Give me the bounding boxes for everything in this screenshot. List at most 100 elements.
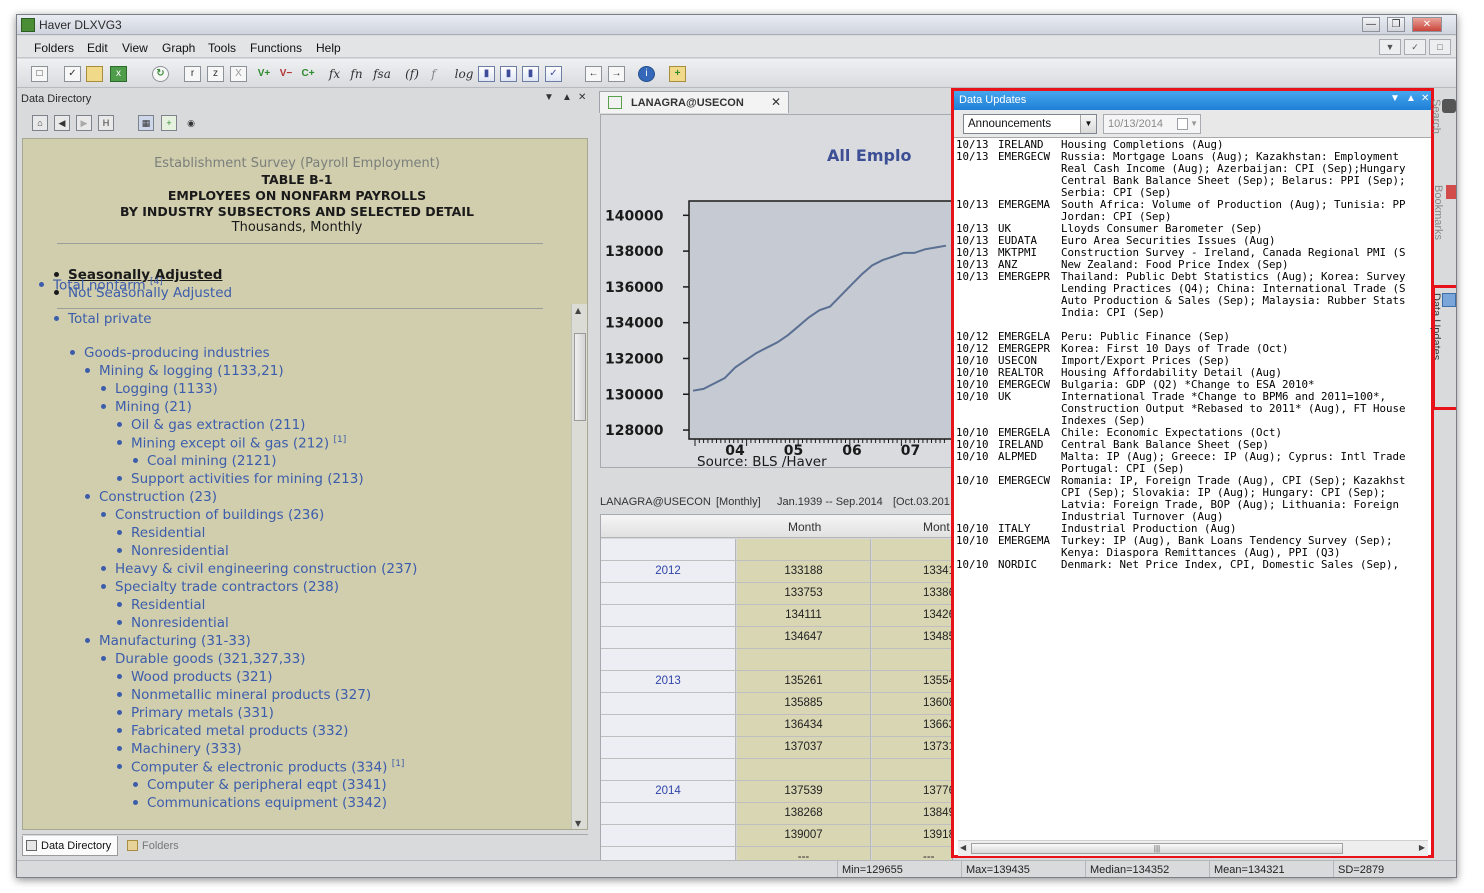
tab-search[interactable]: Search xyxy=(1430,99,1456,134)
chevron-down-icon[interactable]: ▼ xyxy=(1379,39,1401,55)
line-chart-icon[interactable]: ▮ xyxy=(522,66,539,82)
cell-value[interactable]: 138268 xyxy=(737,803,871,824)
add-column-button[interactable]: C+ xyxy=(297,66,319,82)
tree-item[interactable]: Computer & electronic products (334) [1] xyxy=(117,759,404,776)
tree-item[interactable]: Support activities for mining (213) xyxy=(117,471,364,487)
tree-item[interactable]: Mining except oil & gas (212) [1] xyxy=(117,435,346,452)
announcements-dropdown[interactable]: Announcements ▼ xyxy=(963,114,1097,134)
pane-menu-icon[interactable]: ▼ xyxy=(544,92,554,103)
cell-value[interactable]: 135261 xyxy=(737,671,871,692)
footnote-marker[interactable]: [1] xyxy=(392,759,405,769)
fn-button[interactable]: fn xyxy=(348,66,365,82)
tree-item[interactable]: Machinery (333) xyxy=(117,741,242,757)
tree-item[interactable]: Manufacturing (31-33) xyxy=(85,633,251,649)
cell-value-2[interactable]: 13776 xyxy=(872,781,952,802)
close-tab-icon[interactable]: ✕ xyxy=(771,95,781,109)
cell-value-2[interactable]: 13918 xyxy=(872,825,952,846)
table-row[interactable]: 2014 137539 13776 xyxy=(601,781,952,803)
close-pane-icon[interactable]: ✕ xyxy=(578,92,586,103)
home-icon[interactable]: ⌂ xyxy=(32,115,48,131)
menu-tools[interactable]: Tools xyxy=(208,41,236,55)
pane-menu-icon[interactable]: ▼ xyxy=(1390,93,1400,104)
log-button[interactable]: log xyxy=(453,66,475,82)
cell-value-2[interactable]: 13341 xyxy=(872,561,952,582)
cell-value-2[interactable]: 13731 xyxy=(872,737,952,758)
binoculars-icon[interactable]: ◉ xyxy=(183,115,199,131)
cell-value[interactable]: 134111 xyxy=(737,605,871,626)
cell-value-2[interactable]: 13849 xyxy=(872,803,952,824)
table-row[interactable] xyxy=(601,759,952,781)
back-icon[interactable]: ◀ xyxy=(54,115,70,131)
info-icon[interactable]: i xyxy=(638,66,655,82)
scroll-left-icon[interactable]: ◀ xyxy=(960,843,966,852)
tree-item[interactable]: Mining & logging (1133,21) xyxy=(85,363,284,379)
announcements-list[interactable]: 10/13 IRELAND Housing Completions (Aug) 10/… xyxy=(956,139,1431,839)
cell-value[interactable] xyxy=(737,539,871,560)
table-row[interactable] xyxy=(601,649,952,671)
table-row[interactable]: 2012 133188 13341 xyxy=(601,561,952,583)
scrollbar-thumb[interactable]: ||| xyxy=(971,843,1343,854)
tree-item[interactable]: Residential xyxy=(117,525,205,541)
tree-item[interactable]: Construction of buildings (236) xyxy=(101,507,324,523)
table-row[interactable]: 133753 13386 xyxy=(601,583,952,605)
tree-item[interactable]: Nonresidential xyxy=(117,615,229,631)
f-paren-button[interactable]: (f) xyxy=(401,66,423,82)
tree-item[interactable]: Computer & peripheral eqpt (3341) xyxy=(133,777,387,793)
r-button[interactable]: r xyxy=(184,66,201,82)
horizontal-scrollbar[interactable]: ◀ ||| ▶ xyxy=(958,840,1428,856)
cell-value[interactable]: 135885 xyxy=(737,693,871,714)
tree-item[interactable]: Total private xyxy=(54,311,152,327)
cell-value[interactable]: 137037 xyxy=(737,737,871,758)
cell-value-2[interactable]: 13608 xyxy=(872,693,952,714)
refresh-icon[interactable]: ↻ xyxy=(152,66,169,82)
tree-item[interactable]: Nonmetallic mineral products (327) xyxy=(117,687,371,703)
data-grid[interactable]: Month Mont 2012 133188 13341 133753 13386 134… xyxy=(600,514,953,870)
menu-graph[interactable]: Graph xyxy=(162,41,195,55)
tree-item[interactable]: Oil & gas extraction (211) xyxy=(117,417,305,433)
scroll-right-icon[interactable]: ▶ xyxy=(1419,843,1425,852)
cell-value[interactable]: 136434 xyxy=(737,715,871,736)
table-row[interactable]: 2013 135261 13554 xyxy=(601,671,952,693)
menu-functions[interactable]: Functions xyxy=(250,41,302,55)
tree-item[interactable]: Residential xyxy=(117,597,205,613)
window-menu-icon[interactable]: □ xyxy=(1429,39,1451,55)
history-icon[interactable]: H xyxy=(98,115,114,131)
new-folder-icon[interactable]: + xyxy=(669,66,686,82)
tab-bookmarks[interactable]: Bookmarks xyxy=(1432,185,1456,240)
table-row[interactable]: 139007 13918 xyxy=(601,825,952,847)
cell-value-2[interactable] xyxy=(872,649,952,670)
vertical-scrollbar[interactable]: ▲ ▼ xyxy=(571,304,587,829)
cell-value-2[interactable]: 13663 xyxy=(872,715,952,736)
menu-edit[interactable]: Edit xyxy=(87,41,108,55)
date-picker[interactable]: 10/13/2014 ▼ xyxy=(1103,114,1201,134)
cell-value-2[interactable]: 13485 xyxy=(872,627,952,648)
tree-item[interactable]: Total nonfarm [4] xyxy=(39,277,163,294)
cell-value[interactable]: 139007 xyxy=(737,825,871,846)
check-icon[interactable]: ✓ xyxy=(1404,39,1426,55)
table-row[interactable]: 135885 13608 xyxy=(601,693,952,715)
tree-item[interactable]: Coal mining (2121) xyxy=(133,453,277,469)
remove-variable-button[interactable]: V− xyxy=(275,66,297,82)
table-row[interactable]: 136434 13663 xyxy=(601,715,952,737)
cell-value-2[interactable] xyxy=(872,539,952,560)
table-icon[interactable]: ▦ xyxy=(138,115,154,131)
open-chart-icon[interactable]: ✓ xyxy=(64,66,81,82)
menu-help[interactable]: Help xyxy=(316,41,341,55)
tree-item[interactable]: Goods-producing industries xyxy=(70,345,270,361)
new-file-icon[interactable]: □ xyxy=(31,66,48,82)
add-document-icon[interactable]: + xyxy=(161,115,177,131)
fx-button[interactable]: fx xyxy=(326,66,343,82)
cell-value-2[interactable]: 13386 xyxy=(872,583,952,604)
tree-item[interactable]: Durable goods (321,327,33) xyxy=(101,651,306,667)
forward-arrow-icon[interactable]: → xyxy=(608,66,625,82)
tree-item[interactable]: Communications equipment (3342) xyxy=(133,795,387,811)
scrollbar-thumb[interactable] xyxy=(574,333,586,421)
add-variable-button[interactable]: V+ xyxy=(253,66,275,82)
cell-value[interactable] xyxy=(737,759,871,780)
footnote-marker[interactable]: [1] xyxy=(333,435,346,445)
footnote-marker[interactable]: [4] xyxy=(150,277,163,287)
table-row[interactable]: 134647 13485 xyxy=(601,627,952,649)
cell-value-2[interactable] xyxy=(872,759,952,780)
cell-value-2[interactable]: 13554 xyxy=(872,671,952,692)
cell-value[interactable]: 137539 xyxy=(737,781,871,802)
